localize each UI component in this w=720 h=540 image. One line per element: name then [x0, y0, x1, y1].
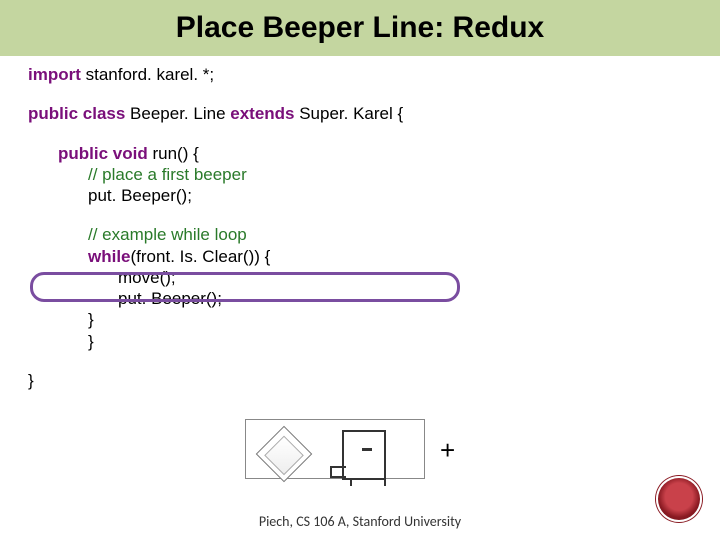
- code-text: Beeper. Line: [125, 104, 230, 123]
- keyword-import: import: [28, 65, 81, 84]
- karel-robot-icon: [342, 430, 386, 480]
- blank-line: [28, 352, 692, 370]
- blank-line: [28, 85, 692, 103]
- code-line: import stanford. karel. *;: [28, 64, 692, 85]
- code-text: (front. Is. Clear()) {: [131, 247, 271, 266]
- blank-line: [28, 125, 692, 143]
- board-frame: [245, 419, 425, 479]
- comment-line: // place a first beeper: [28, 164, 692, 185]
- stanford-seal-icon: [656, 476, 702, 522]
- code-line: public class Beeper. Line extends Super.…: [28, 103, 692, 124]
- beeper-icon: [256, 426, 313, 483]
- highlight-while-line: [30, 272, 460, 302]
- keyword-while: while: [88, 247, 131, 266]
- blank-line: [28, 206, 692, 224]
- code-text: stanford. karel. *;: [81, 65, 214, 84]
- code-line: }: [28, 370, 692, 391]
- code-line: }: [28, 331, 692, 352]
- code-block: import stanford. karel. *; public class …: [0, 56, 720, 391]
- title-bar: Place Beeper Line: Redux: [0, 0, 720, 56]
- plus-icon: +: [440, 435, 455, 466]
- keyword-extends: extends: [230, 104, 294, 123]
- code-line: public void run() {: [28, 143, 692, 164]
- code-line: while(front. Is. Clear()) {: [28, 246, 692, 267]
- keyword-public-void: public void: [58, 144, 148, 163]
- karel-illustration: +: [245, 415, 475, 485]
- code-line: put. Beeper();: [28, 185, 692, 206]
- slide-title: Place Beeper Line: Redux: [176, 11, 544, 45]
- comment-line: // example while loop: [28, 224, 692, 245]
- footer-text: Piech, CS 106 A, Stanford University: [0, 513, 720, 530]
- code-line: }: [28, 309, 692, 330]
- code-text: run() {: [148, 144, 199, 163]
- keyword-public-class: public class: [28, 104, 125, 123]
- code-text: Super. Karel {: [295, 104, 404, 123]
